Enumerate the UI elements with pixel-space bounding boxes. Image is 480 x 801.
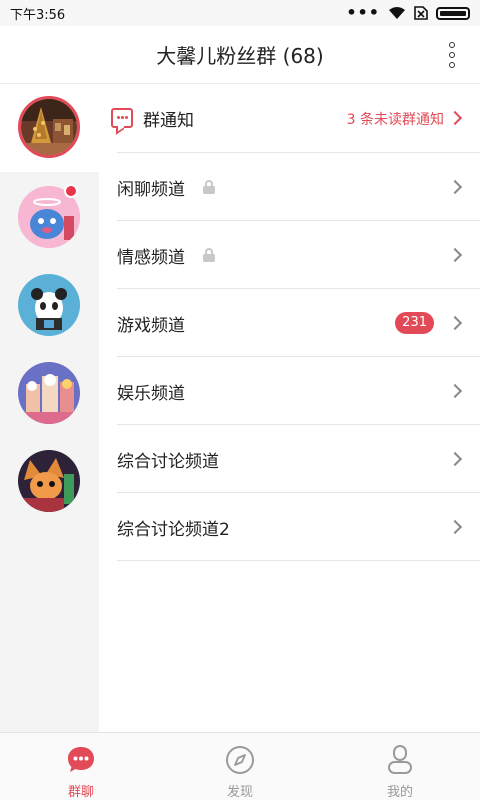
channel-item[interactable]: 综合讨论频道2 <box>117 492 480 560</box>
unread-notice-count: 3 条未读群通知 <box>346 112 444 128</box>
chat-bubble-icon <box>66 745 96 775</box>
battery-icon <box>436 6 470 20</box>
unread-dot-badge <box>64 184 78 198</box>
chevron-right-icon <box>447 110 463 126</box>
chevron-right-icon <box>447 247 463 263</box>
group-notice-label: 群通知 <box>143 111 194 131</box>
status-icons: ••• <box>346 5 470 21</box>
list-divider <box>117 560 480 561</box>
tab-label: 发现 <box>226 785 253 800</box>
channel-item[interactable]: 闲聊频道 <box>117 152 480 220</box>
sidebar-item-group-3[interactable] <box>0 260 99 348</box>
chevron-right-icon <box>447 383 463 399</box>
sidebar-item-group-1[interactable] <box>0 84 99 172</box>
lock-icon <box>203 248 215 262</box>
more-dot-icon <box>449 42 455 48</box>
tab-discover[interactable]: 发现 <box>190 733 290 801</box>
sidebar-item-group-4[interactable] <box>0 348 99 436</box>
status-time: 下午3:56 <box>10 7 66 23</box>
group-avatar <box>18 96 80 158</box>
channel-label: 娱乐频道 <box>117 384 185 404</box>
group-avatar <box>18 362 80 424</box>
person-icon <box>385 745 415 775</box>
channel-label: 游戏频道 <box>117 316 185 336</box>
panda-avatar <box>18 274 80 336</box>
no-sim-icon <box>414 6 428 20</box>
channel-item[interactable]: 游戏频道 231 <box>117 288 480 356</box>
group-avatar <box>18 450 80 512</box>
sidebar-item-group-5[interactable] <box>0 436 99 524</box>
chevron-right-icon <box>447 451 463 467</box>
channel-label: 闲聊频道 <box>117 180 185 200</box>
group-sidebar <box>0 84 99 732</box>
notice-message-icon <box>111 108 133 128</box>
channel-item[interactable]: 娱乐频道 <box>117 356 480 424</box>
page-title: 大馨儿粉丝群 (68) <box>156 44 324 68</box>
more-dot-icon <box>449 52 455 58</box>
cartoon-group-avatar <box>18 362 80 424</box>
signal-dots-icon: ••• <box>346 3 380 22</box>
unread-count-badge: 231 <box>395 312 434 334</box>
group-avatar <box>18 274 80 336</box>
channel-label: 综合讨论频道2 <box>117 520 230 540</box>
chevron-right-icon <box>447 315 463 331</box>
channel-label: 综合讨论频道 <box>117 452 219 472</box>
more-dot-icon <box>449 62 455 68</box>
lock-icon <box>203 180 215 194</box>
channel-panel: 群通知 3 条未读群通知 闲聊频道 情感频道 游戏频道 231 娱乐频道 综合讨… <box>99 84 480 732</box>
tab-label: 我的 <box>386 785 413 800</box>
tab-label: 群聊 <box>67 785 94 800</box>
compass-icon <box>225 745 255 775</box>
status-bar: 下午3:56 ••• <box>0 0 480 26</box>
sidebar-item-group-2[interactable] <box>0 172 99 260</box>
group-notice-row[interactable]: 群通知 3 条未读群通知 <box>99 84 480 152</box>
bottom-tab-bar: 群聊 发现 我的 <box>0 732 480 800</box>
fox-character-avatar <box>18 450 80 512</box>
tab-group-chat[interactable]: 群聊 <box>31 733 131 801</box>
channel-label: 情感频道 <box>117 248 185 268</box>
more-options-button[interactable] <box>446 42 458 68</box>
top-bar: 大馨儿粉丝群 (68) <box>0 26 480 84</box>
channel-item[interactable]: 综合讨论频道 <box>117 424 480 492</box>
tab-profile[interactable]: 我的 <box>350 733 450 801</box>
gold-dessert-tower-avatar <box>21 99 77 155</box>
chevron-right-icon <box>447 179 463 195</box>
chevron-right-icon <box>447 519 463 535</box>
wifi-icon <box>389 7 405 19</box>
channel-item[interactable]: 情感频道 <box>117 220 480 288</box>
